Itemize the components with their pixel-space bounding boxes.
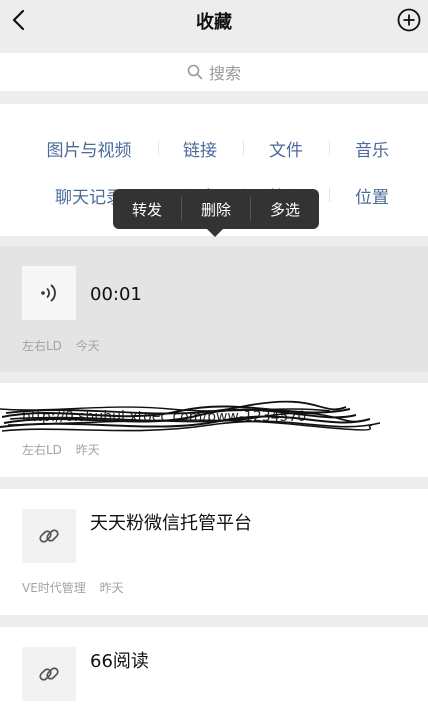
item-meta: 左右LD 昨天	[22, 441, 110, 458]
divider	[158, 141, 159, 155]
add-circle-icon[interactable]	[396, 7, 422, 33]
item-meta: VE时代管理 昨天	[22, 579, 134, 596]
favorite-item-link[interactable]: 66阅读	[0, 627, 428, 710]
redaction-scribble	[0, 400, 381, 432]
link-thumb	[22, 509, 76, 563]
voice-duration: 00:01	[90, 284, 142, 305]
voice-wave-icon	[41, 284, 56, 302]
divider	[243, 141, 244, 155]
item-time: 昨天	[75, 443, 100, 457]
item-source: VE时代管理	[22, 581, 86, 595]
search-icon	[187, 64, 203, 80]
divider	[329, 141, 330, 155]
search-placeholder: 搜索	[208, 64, 241, 83]
search-input[interactable]: 搜索	[0, 53, 428, 91]
forward-button[interactable]: 转发	[113, 189, 181, 229]
link-chain-icon	[39, 667, 59, 681]
favorite-item-text[interactable]: http://0.shuhui.xtoec.com/bww-1234570 左右…	[0, 383, 428, 477]
item-meta: 左右LD 今天	[22, 337, 110, 354]
item-source: 左右LD	[22, 443, 62, 457]
item-time: 今天	[75, 339, 100, 353]
divider	[329, 188, 330, 202]
link-title: 66阅读	[90, 651, 149, 672]
favorite-item-link[interactable]: 天天粉微信托管平台 VE时代管理 昨天	[0, 489, 428, 615]
favorite-item-voice[interactable]: 00:01 左右LD 今天	[0, 246, 428, 372]
link-chain-icon	[39, 529, 59, 543]
category-files[interactable]: 文件	[254, 136, 318, 161]
item-time: 昨天	[99, 581, 124, 595]
category-links[interactable]: 链接	[168, 136, 232, 161]
category-location[interactable]: 位置	[340, 183, 404, 208]
delete-button[interactable]: 删除	[182, 189, 250, 229]
context-menu: 转发 删除 多选	[113, 189, 319, 229]
category-music[interactable]: 音乐	[340, 136, 404, 161]
context-menu-arrow	[207, 229, 223, 237]
link-thumb	[22, 647, 76, 701]
nav-bar: 收藏	[0, 0, 428, 42]
voice-thumb	[22, 266, 76, 320]
multi-select-button[interactable]: 多选	[251, 189, 319, 229]
page-title: 收藏	[196, 12, 232, 33]
category-images-videos[interactable]: 图片与视频	[34, 136, 144, 161]
link-title: 天天粉微信托管平台	[90, 513, 252, 534]
item-source: 左右LD	[22, 339, 62, 353]
